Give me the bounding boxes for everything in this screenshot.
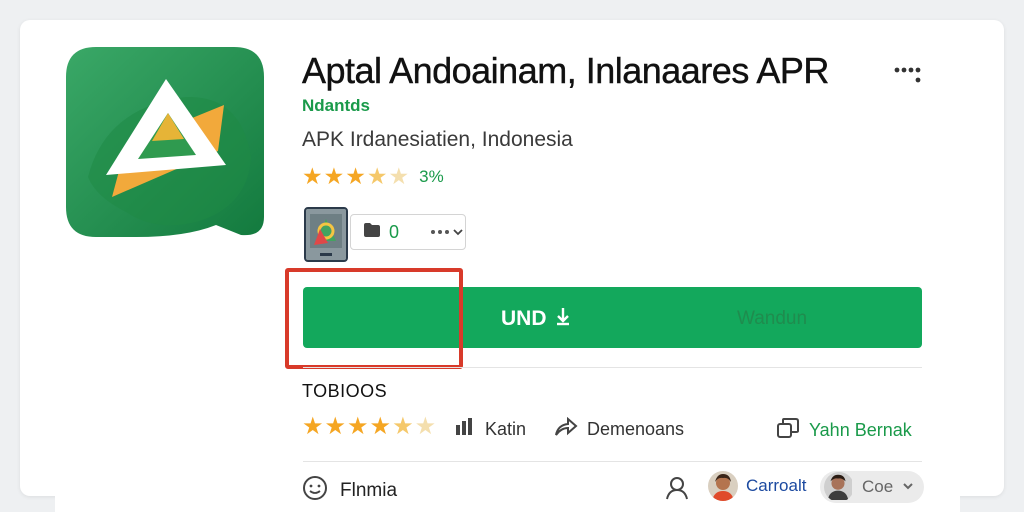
profile-name: Carroalt [746,476,807,495]
star-empty-icon: ★ [388,163,410,189]
divider [303,461,922,462]
user-icon[interactable] [664,475,690,506]
stat-label: Demenoans [587,419,685,439]
language-selector[interactable]: Flnmia [302,475,397,507]
chip-more-icon[interactable] [431,227,464,237]
bar-chart-icon [454,417,476,442]
avatar [708,471,738,501]
install-secondary-label: Wandun [737,308,808,329]
storage-chip[interactable]: 0 [350,214,466,250]
star-icon: ★ [369,413,392,440]
storage-count: 0 [389,221,400,242]
smiley-icon [302,475,328,507]
profile-chip-2[interactable]: Coe [820,471,924,503]
star-half-icon: ★ [366,163,388,189]
download-arrow-icon [555,306,571,332]
stats-row: ★ ★ ★ ★ ★ ★ Katin Demenoans Yahn Bernak [302,413,922,443]
app-subtitle: APK Irdanesiatien, Indonesia [302,128,573,151]
app-title: Aptal Andoainam, Inlanaares APR [302,50,830,91]
star-icon: ★ [345,163,366,189]
details-rating-stars: ★ ★ ★ ★ ★ ★ [302,415,436,439]
stat-label: Yahn Bernak [809,420,912,440]
install-label-group: UND [501,306,571,332]
install-label: UND [501,307,547,330]
copy-icon [776,417,800,444]
stat-yahn-bernak[interactable]: Yahn Bernak [776,417,912,444]
chevron-down-icon [453,229,463,236]
stat-label: Katin [485,419,527,439]
developer-link[interactable]: Ndantds [302,96,370,116]
profile-name: Coe [862,477,894,496]
app-rating: ★ ★ ★ ★ ★ 3% [302,165,444,188]
star-empty-icon: ★ [414,413,437,440]
divider [303,367,922,368]
stat-katin[interactable]: Katin [454,417,526,442]
app-logo-icon [66,47,264,237]
install-button[interactable]: UND Wandun [303,287,922,348]
star-icon: ★ [302,413,324,440]
section-title: TOBIOOS [302,381,388,401]
footer-row: Flnmia Carroalt Coe [302,471,924,505]
share-icon [554,416,578,442]
star-icon: ★ [302,163,323,189]
chevron-down-icon[interactable] [901,478,915,496]
star-half-icon: ★ [392,413,414,440]
star-icon: ★ [323,163,345,189]
more-options-icon[interactable] [893,63,923,85]
star-icon: ★ [324,413,347,440]
language-label: Flnmia [340,480,398,501]
avatar [824,472,854,502]
folder-icon [363,222,381,243]
stat-demenoans[interactable]: Demenoans [554,416,685,442]
star-icon: ★ [347,413,369,440]
device-thumbnail[interactable] [304,207,348,262]
rating-value: 3% [419,166,444,186]
rating-stars: ★ ★ ★ ★ ★ [302,165,409,188]
profile-chip-1[interactable]: Carroalt [708,471,806,501]
